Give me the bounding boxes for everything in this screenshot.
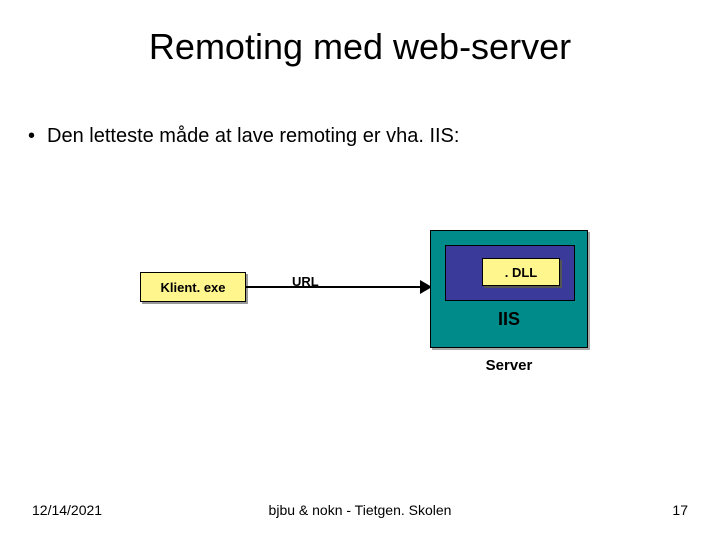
client-box: Klient. exe: [140, 272, 246, 302]
architecture-diagram: Klient. exe URL . DLL IIS Server: [140, 250, 590, 390]
server-label: Server: [430, 357, 588, 374]
arrow-line: [246, 286, 422, 288]
server-container: . DLL IIS: [430, 230, 588, 348]
dll-box: . DLL: [482, 258, 560, 286]
iis-container: . DLL: [445, 245, 575, 301]
slide-title: Remoting med web-server: [0, 26, 720, 68]
bullet-text: Den letteste måde at lave remoting er vh…: [47, 124, 459, 148]
iis-label: IIS: [431, 309, 587, 330]
bullet-dot: •: [28, 124, 35, 148]
bullet-item: • Den letteste måde at lave remoting er …: [28, 124, 459, 148]
footer-credit: bjbu & nokn - Tietgen. Skolen: [0, 502, 720, 518]
footer-page-number: 17: [672, 502, 688, 518]
